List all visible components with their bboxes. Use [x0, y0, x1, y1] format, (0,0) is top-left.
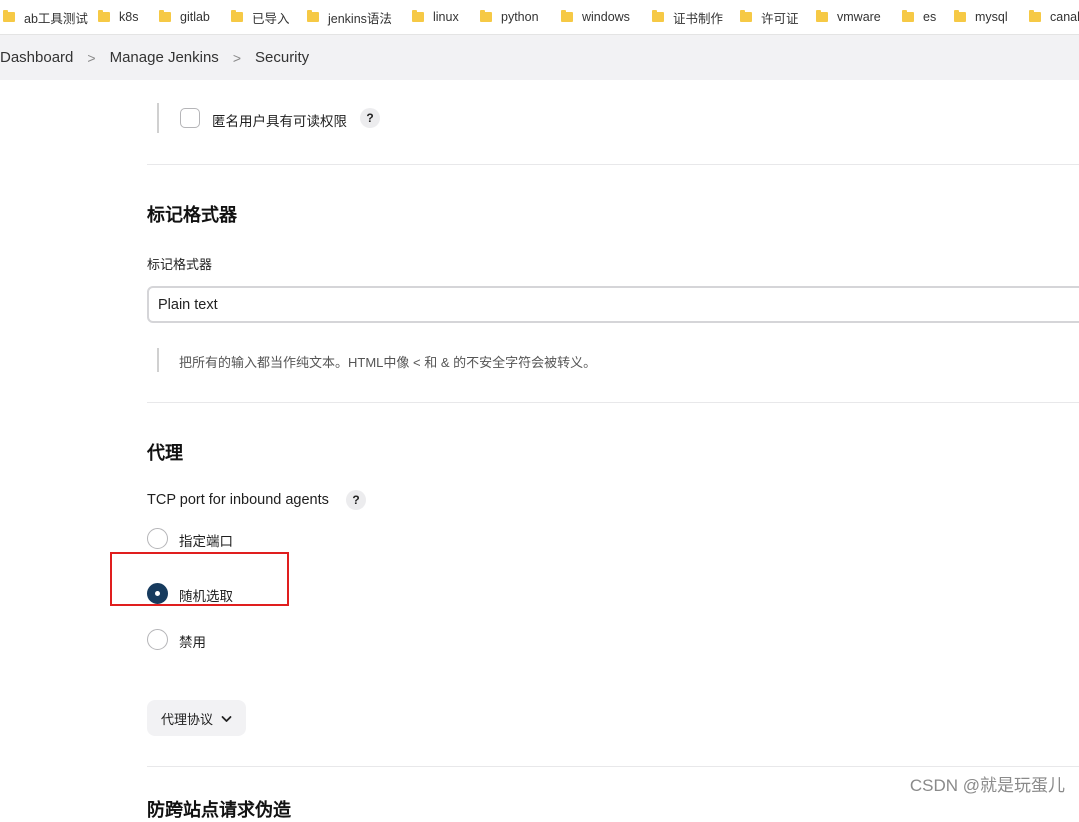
bookmarks-bar: ab工具测试 k8s gitlab 已导入 jenkins语法 linux py…: [0, 0, 1079, 35]
radio-fixed-port[interactable]: [147, 528, 168, 549]
markup-formatter-selected: Plain text: [158, 296, 218, 313]
bookmark-canal[interactable]: canal: [1029, 10, 1079, 24]
bookmark-k8s[interactable]: k8s: [98, 10, 138, 24]
section-divider: [147, 402, 1079, 403]
folder-icon: [902, 10, 914, 22]
folder-icon: [816, 10, 828, 22]
section-divider: [147, 164, 1079, 165]
bookmark-linux[interactable]: linux: [412, 10, 459, 24]
anonymous-read-label: 匿名用户具有可读权限: [212, 114, 347, 129]
agents-title: 代理: [147, 443, 183, 463]
folder-icon: [561, 10, 573, 22]
bookmark-vmware[interactable]: vmware: [816, 10, 881, 24]
folder-icon: [1029, 10, 1041, 22]
bookmark-jenkins-syntax[interactable]: jenkins语法: [307, 8, 392, 27]
highlight-annotation-box: [110, 552, 289, 606]
breadcrumb-manage-jenkins[interactable]: Manage Jenkins: [110, 49, 219, 66]
folder-icon: [652, 10, 664, 22]
bookmark-license[interactable]: 许可证: [740, 8, 799, 27]
section-divider: [147, 766, 1079, 767]
markup-formatter-select[interactable]: Plain text: [147, 286, 1079, 323]
help-icon[interactable]: ?: [346, 490, 366, 510]
bookmark-ab-tools[interactable]: ab工具测试: [3, 8, 88, 27]
chevron-right-icon: >: [232, 49, 241, 66]
folder-icon: [231, 10, 243, 22]
breadcrumb-dashboard[interactable]: Dashboard: [0, 49, 73, 66]
folder-icon: [98, 10, 110, 22]
folder-icon: [480, 10, 492, 22]
bookmark-cert[interactable]: 证书制作: [652, 8, 723, 27]
bookmark-gitlab[interactable]: gitlab: [159, 10, 210, 24]
chevron-right-icon: >: [87, 49, 96, 66]
bookmark-windows[interactable]: windows: [561, 10, 630, 24]
nested-indicator-bar: [157, 103, 159, 133]
bookmark-mysql[interactable]: mysql: [954, 10, 1008, 24]
bookmark-es[interactable]: es: [902, 10, 936, 24]
chevron-down-icon: [221, 711, 232, 726]
folder-icon: [740, 10, 752, 22]
agent-protocols-label: 代理协议: [160, 711, 213, 727]
bookmark-python[interactable]: python: [480, 10, 539, 24]
anonymous-read-checkbox[interactable]: [180, 108, 200, 128]
description-bar: [157, 348, 159, 372]
radio-fixed-port-label: 指定端口: [179, 534, 233, 549]
folder-icon: [3, 10, 15, 22]
folder-icon: [954, 10, 966, 22]
agent-protocols-button[interactable]: 代理协议: [147, 700, 246, 736]
folder-icon: [307, 10, 319, 22]
markup-formatter-label: 标记格式器: [147, 257, 213, 272]
radio-disable[interactable]: [147, 629, 168, 650]
csrf-section-title: 防跨站点请求伪造: [147, 800, 291, 820]
watermark: CSDN @就是玩蛋儿: [909, 776, 1065, 795]
tcp-port-label: TCP port for inbound agents: [147, 492, 329, 508]
folder-icon: [412, 10, 424, 22]
markup-formatter-description: 把所有的输入都当作纯文本。HTML中像 < 和 & 的不安全字符会被转义。: [179, 355, 597, 370]
folder-icon: [159, 10, 171, 22]
help-icon[interactable]: ?: [360, 108, 380, 128]
breadcrumb: Dashboard > Manage Jenkins > Security: [0, 35, 1079, 80]
markup-formatter-title: 标记格式器: [147, 205, 237, 225]
radio-disable-label: 禁用: [179, 635, 206, 650]
breadcrumb-security[interactable]: Security: [255, 49, 309, 66]
bookmark-imported[interactable]: 已导入: [231, 8, 290, 27]
